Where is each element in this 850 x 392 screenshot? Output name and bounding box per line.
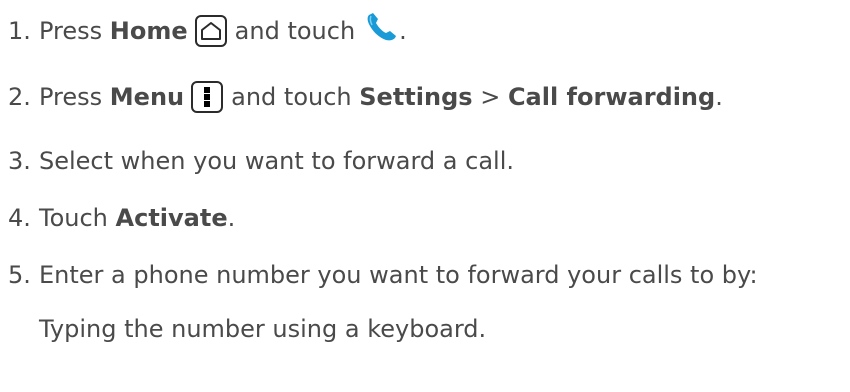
- step-1: 1. Press Home and touch .: [8, 12, 407, 49]
- step-text: Select when you want to forward a call.: [39, 147, 514, 175]
- activate-label: Activate: [115, 204, 228, 232]
- step-number: 4.: [8, 204, 31, 232]
- step-text: Press Menu: [39, 82, 184, 112]
- step-text: Enter a phone number you want to forward…: [39, 261, 758, 289]
- step-text-part: .: [227, 204, 236, 232]
- step-text: and touch Settings > Call forwarding.: [231, 82, 723, 112]
- step-number: 3.: [8, 147, 31, 175]
- step-text-part: and touch: [234, 16, 356, 45]
- instruction-list: 1. Press Home and touch . 2. Press Menu: [0, 0, 850, 392]
- step-text-part: .: [399, 16, 407, 45]
- step-text-part: Press: [39, 83, 110, 111]
- step-number: 2.: [8, 83, 31, 111]
- settings-label: Settings: [359, 83, 473, 111]
- home-key-label: Home: [109, 16, 188, 45]
- menu-key-icon: [191, 81, 224, 113]
- step-text: Press Home: [39, 16, 188, 46]
- step-text: Touch Activate.: [39, 203, 235, 233]
- menu-key-label: Menu: [109, 83, 185, 111]
- step-text-part: Press: [39, 16, 110, 45]
- step-4: 4. Touch Activate.: [8, 203, 235, 233]
- step-text-part: Touch: [39, 204, 116, 232]
- phone-icon: [365, 12, 399, 49]
- step-text-part: >: [472, 83, 508, 111]
- step-number: 1.: [8, 16, 31, 45]
- call-forwarding-label: Call forwarding: [507, 83, 716, 111]
- step-number: 5.: [8, 261, 31, 289]
- home-key-icon: [194, 14, 227, 47]
- sub-item: Typing the number using a keyboard.: [39, 315, 487, 343]
- step-2: 2. Press Menu and touch Settings > Call …: [8, 81, 723, 113]
- step-text-part: and touch: [231, 83, 360, 111]
- step-5: 5. Enter a phone number you want to forw…: [8, 260, 758, 290]
- step-text-part: .: [715, 83, 723, 111]
- step-3: 3. Select when you want to forward a cal…: [8, 146, 514, 176]
